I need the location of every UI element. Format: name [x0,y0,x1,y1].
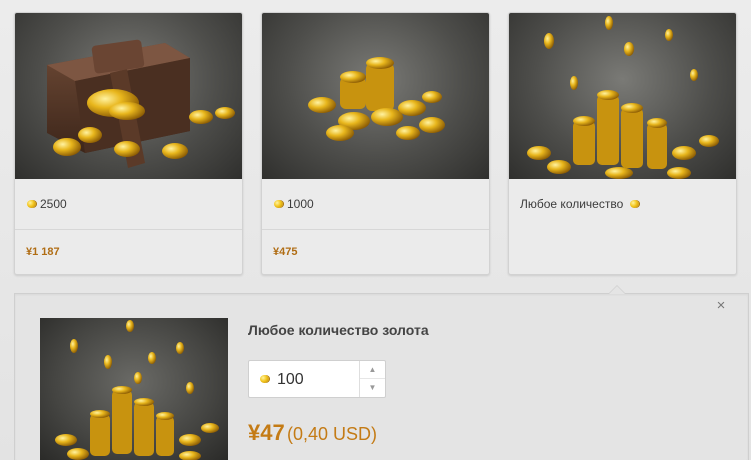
panel-title: Любое количество золота [248,322,429,338]
divider [262,229,489,230]
card-price: ¥1 187 [26,246,60,258]
gold-coin-icon [26,199,38,209]
stepper-buttons: ▲ ▼ [359,361,385,397]
close-icon[interactable]: × [714,298,728,313]
panel-pointer [608,285,626,294]
chest-of-gold-image [15,13,242,179]
gold-package-card-custom[interactable]: Любое количество [508,12,737,275]
gold-coin-pile-image [262,13,489,179]
card-price: ¥475 [273,246,298,258]
gold-package-card-2500[interactable]: 2500 ¥1 187 [14,12,243,275]
price-usd: (0,40 USD) [287,424,378,444]
quantity-stepper[interactable]: ▲ ▼ [248,360,386,398]
gold-package-card-1000[interactable]: 1000 ¥475 [261,12,490,275]
gold-coin-icon [259,374,271,384]
card-amount: Любое количество [520,197,624,211]
card-label: 2500 [26,197,67,211]
decrement-button[interactable]: ▼ [360,379,385,397]
card-amount: 1000 [287,197,314,211]
gold-coin-rain-image [509,13,736,179]
divider [15,229,242,230]
card-amount: 2500 [40,197,67,211]
gold-coin-icon [273,199,285,209]
total-price: ¥47 [248,420,285,445]
quantity-input[interactable] [277,369,357,391]
gold-coin-icon [629,199,641,209]
card-label: 1000 [273,197,314,211]
gold-coin-rain-image [40,318,228,460]
increment-button[interactable]: ▲ [360,361,385,379]
card-label: Любое количество [520,197,641,211]
